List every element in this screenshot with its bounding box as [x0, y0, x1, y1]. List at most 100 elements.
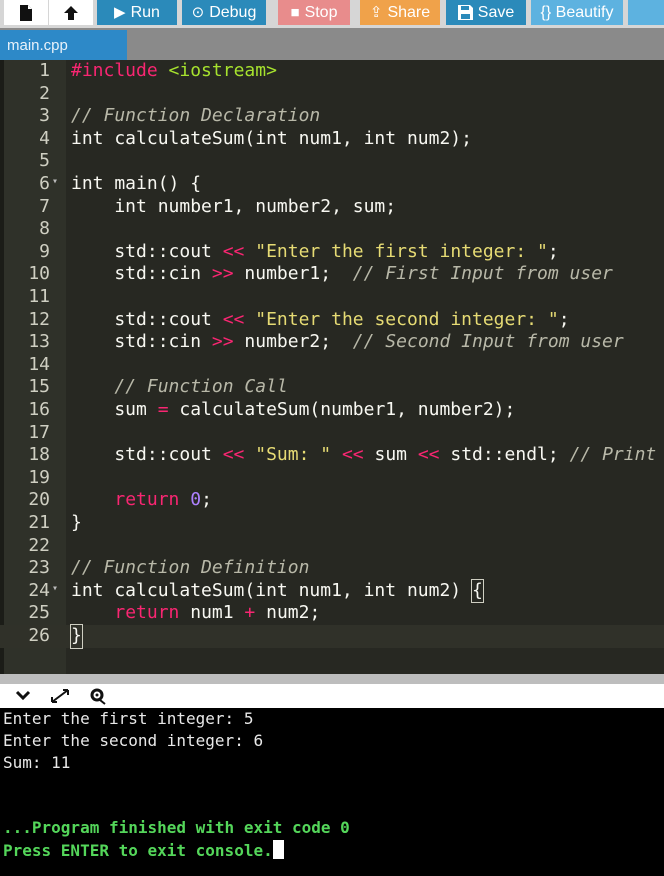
code-text: }: [70, 624, 83, 649]
console-line: Sum: 11: [3, 753, 71, 772]
save-label: Save: [477, 3, 515, 21]
line-number: 26: [28, 625, 50, 646]
code-line[interactable]: 7 int number1, number2, sum;: [0, 196, 664, 219]
code-token: int calculateSum(int num1, int num2);: [71, 127, 472, 149]
code-line[interactable]: 19: [0, 467, 664, 490]
code-line[interactable]: 22: [0, 535, 664, 558]
code-line[interactable]: 10 std::cin >> number1; // First Input f…: [0, 263, 664, 286]
code-text: return 0;: [71, 489, 212, 512]
code-line[interactable]: 25 return num1 + num2;: [0, 602, 664, 625]
line-number: 2: [39, 82, 50, 104]
line-number: 7: [39, 195, 50, 217]
code-line[interactable]: 13 std::cin >> number2; // Second Input …: [0, 331, 664, 354]
code-token: >>: [211, 331, 234, 353]
fold-arrow-icon[interactable]: ▾: [52, 578, 58, 601]
share-icon: ⇪: [369, 4, 383, 21]
run-label: Run: [130, 3, 160, 21]
console-output[interactable]: Enter the first integer: 5 Enter the sec…: [0, 708, 664, 876]
code-token: <<: [222, 308, 245, 330]
beautify-label: {} Beautify: [540, 3, 614, 21]
code-text: std::cout << "Sum: " << sum << std::endl…: [71, 444, 656, 467]
code-text: return num1 + num2;: [71, 602, 320, 625]
line-number: 13: [28, 331, 50, 353]
line-number: 3: [39, 105, 50, 127]
console-control-bar: [0, 684, 664, 708]
code-token: <iostream>: [168, 60, 277, 81]
code-line[interactable]: 26}: [0, 624, 664, 649]
upload-button[interactable]: [49, 0, 93, 25]
chevron-down-icon[interactable]: [11, 685, 35, 707]
code-token: number2;: [233, 331, 353, 353]
new-file-button[interactable]: [4, 0, 48, 25]
code-line[interactable]: 1 #include <iostream>: [0, 60, 664, 83]
code-text: int calculateSum(int num1, int num2) {: [71, 578, 484, 604]
code-text: #include <iostream>: [71, 60, 277, 83]
code-line[interactable]: 9 std::cout << "Enter the first integer:…: [0, 241, 664, 264]
beautify-button[interactable]: {} Beautify: [531, 0, 623, 25]
tab-main-cpp[interactable]: main.cpp: [0, 30, 127, 60]
expand-icon[interactable]: [48, 685, 72, 707]
code-token: +: [244, 602, 256, 624]
code-text: sum = calculateSum(number1, number2);: [71, 399, 515, 422]
line-number: 16: [28, 399, 50, 420]
code-line[interactable]: 3 // Function Declaration: [0, 105, 664, 128]
code-token: sum: [71, 399, 158, 420]
debug-label: Debug: [209, 3, 257, 21]
line-number: 5: [39, 150, 50, 172]
code-editor[interactable]: 1 #include <iostream> 2 3 // Function Declar…: [0, 60, 664, 674]
code-line[interactable]: 6 ▾ int main() {: [0, 173, 664, 196]
share-label: Share: [387, 3, 431, 21]
horizontal-scrollbar[interactable]: [0, 674, 664, 684]
line-number: 1: [39, 60, 50, 81]
terminal-cursor: [272, 840, 284, 859]
code-token: int main() {: [71, 173, 202, 194]
code-text: // Function Declaration: [71, 105, 320, 128]
code-line[interactable]: 21}: [0, 512, 664, 535]
code-line[interactable]: 17: [0, 422, 664, 445]
debug-button[interactable]: ⊙ Debug: [182, 0, 266, 25]
code-token: std::endl;: [439, 444, 570, 466]
line-number: 17: [28, 421, 50, 443]
line-number: 18: [28, 444, 50, 466]
more-button[interactable]: [628, 0, 664, 25]
save-button[interactable]: Save: [446, 0, 526, 25]
code-line[interactable]: 16 sum = calculateSum(number1, number2);: [0, 399, 664, 422]
code-line[interactable]: 23 // Function Definition: [0, 557, 664, 580]
code-line[interactable]: 20 return 0;: [0, 489, 664, 512]
code-line[interactable]: 12 std::cout << "Enter the second intege…: [0, 309, 664, 332]
console-line: Enter the second integer: 6: [3, 731, 264, 750]
stop-button[interactable]: ■ Stop: [278, 0, 350, 25]
line-number: 9: [39, 240, 50, 262]
code-token: "Sum: ": [255, 444, 332, 466]
code-token: ;: [201, 489, 212, 511]
code-line[interactable]: 5: [0, 150, 664, 173]
code-line[interactable]: 14: [0, 354, 664, 377]
code-token: <<: [341, 444, 364, 466]
run-button[interactable]: ▶ Run: [97, 0, 177, 25]
line-number: 24: [28, 579, 50, 601]
share-button[interactable]: ⇪ Share: [360, 0, 440, 25]
code-line[interactable]: 2: [0, 83, 664, 106]
code-line[interactable]: 18 std::cout << "Sum: " << sum << std::e…: [0, 444, 664, 467]
file-icon: [20, 4, 32, 21]
line-number: 25: [28, 602, 50, 624]
code-text: std::cin >> number2; // Second Input fro…: [71, 331, 623, 354]
code-token: // Print: [569, 444, 657, 466]
code-token: // Function Declaration: [71, 105, 321, 127]
code-text: std::cout << "Enter the second integer: …: [71, 308, 569, 332]
fold-arrow-icon[interactable]: ▾: [52, 171, 58, 194]
code-token: sum: [363, 444, 418, 466]
save-icon: [457, 5, 473, 20]
settings-icon[interactable]: [86, 685, 110, 707]
code-line[interactable]: 15 // Function Call: [0, 376, 664, 399]
tab-bar: main.cpp: [0, 28, 664, 60]
code-line[interactable]: 24 ▾ int calculateSum(int num1, int num2) …: [0, 578, 664, 604]
code-line[interactable]: 8: [0, 218, 664, 241]
code-line[interactable]: 11: [0, 286, 664, 309]
code-text: int main() {: [71, 173, 201, 196]
code-line[interactable]: 4 int calculateSum(int num1, int num2);: [0, 128, 664, 151]
code-token: // Function Call: [114, 376, 288, 398]
